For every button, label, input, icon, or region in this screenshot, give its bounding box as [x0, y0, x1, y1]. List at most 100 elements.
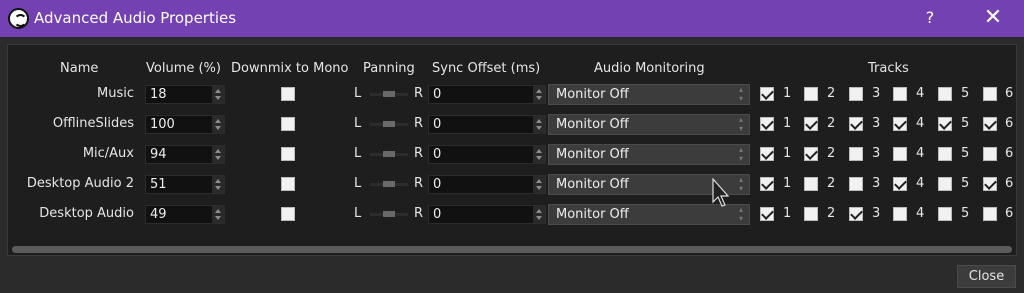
audio-monitoring-select[interactable]: Monitor Off ▴ ▾	[548, 114, 750, 135]
track-1-checkbox[interactable]	[760, 147, 774, 161]
track-5-label: 5	[961, 206, 970, 221]
volume-spin-icon[interactable]	[212, 116, 224, 133]
pan-slider-handle[interactable]	[383, 181, 395, 187]
track-4-label: 4	[916, 86, 925, 101]
pan-slider-handle[interactable]	[383, 151, 395, 157]
sync-spin-icon[interactable]	[533, 146, 545, 163]
track-4-checkbox[interactable]	[893, 147, 907, 161]
track-1-checkbox[interactable]	[760, 117, 774, 131]
volume-value: 94	[150, 147, 167, 162]
volume-spin-icon[interactable]	[212, 206, 224, 223]
header-audio-monitoring: Audio Monitoring	[594, 61, 705, 76]
pan-right-label: R	[414, 176, 424, 191]
track-4-label: 4	[916, 176, 925, 191]
track-6-checkbox[interactable]	[983, 207, 997, 221]
volume-input[interactable]: 51	[145, 175, 225, 194]
window-title: Advanced Audio Properties	[34, 9, 237, 27]
track-3-checkbox[interactable]	[849, 207, 863, 221]
track-3-checkbox[interactable]	[849, 147, 863, 161]
track-1-checkbox[interactable]	[760, 207, 774, 221]
scrollbar-thumb[interactable]	[12, 246, 1012, 253]
track-2-checkbox[interactable]	[804, 117, 818, 131]
sync-offset-input[interactable]: 0	[428, 85, 546, 104]
track-2-label: 2	[827, 116, 836, 131]
downmix-mono-checkbox[interactable]	[281, 207, 295, 221]
track-3-checkbox[interactable]	[849, 177, 863, 191]
track-6-checkbox[interactable]	[983, 147, 997, 161]
track-1-label: 1	[783, 86, 792, 101]
audio-source-row: Desktop Audio 2 51 L R 0 Monitor Off ▴ ▾ 1 2 3 4 5 6	[8, 174, 1018, 198]
monitoring-value: Monitor Off	[556, 87, 629, 102]
track-2-checkbox[interactable]	[804, 147, 818, 161]
track-3-label: 3	[872, 146, 881, 161]
audio-monitoring-select[interactable]: Monitor Off ▴ ▾	[548, 84, 750, 105]
close-icon[interactable]: ✕	[979, 4, 1007, 32]
track-6-label: 6	[1005, 86, 1014, 101]
track-3-label: 3	[872, 86, 881, 101]
track-2-checkbox[interactable]	[804, 207, 818, 221]
monitoring-value: Monitor Off	[556, 207, 629, 222]
volume-spin-icon[interactable]	[212, 146, 224, 163]
sync-offset-value: 0	[433, 87, 442, 102]
track-5-label: 5	[961, 146, 970, 161]
volume-input[interactable]: 100	[145, 115, 225, 134]
track-3-checkbox[interactable]	[849, 87, 863, 101]
pan-slider-handle[interactable]	[383, 121, 395, 127]
sync-spin-icon[interactable]	[533, 116, 545, 133]
downmix-mono-checkbox[interactable]	[281, 177, 295, 191]
help-button[interactable]: ?	[917, 6, 943, 30]
volume-input[interactable]: 18	[145, 85, 225, 104]
sync-offset-input[interactable]: 0	[428, 205, 546, 224]
volume-input[interactable]: 49	[145, 205, 225, 224]
sync-offset-input[interactable]: 0	[428, 145, 546, 164]
track-6-checkbox[interactable]	[983, 177, 997, 191]
volume-spin-icon[interactable]	[212, 176, 224, 193]
sync-offset-value: 0	[433, 207, 442, 222]
sync-spin-icon[interactable]	[533, 206, 545, 223]
sync-offset-input[interactable]: 0	[428, 175, 546, 194]
volume-value: 49	[150, 207, 167, 222]
sync-spin-icon[interactable]	[533, 176, 545, 193]
track-1-checkbox[interactable]	[760, 87, 774, 101]
pan-left-label: L	[354, 176, 362, 191]
track-2-checkbox[interactable]	[804, 177, 818, 191]
track-2-checkbox[interactable]	[804, 87, 818, 101]
track-6-label: 6	[1005, 146, 1014, 161]
track-5-label: 5	[961, 86, 970, 101]
track-6-checkbox[interactable]	[983, 117, 997, 131]
sync-spin-icon[interactable]	[533, 86, 545, 103]
track-1-label: 1	[783, 116, 792, 131]
track-6-label: 6	[1005, 206, 1014, 221]
track-4-checkbox[interactable]	[893, 87, 907, 101]
track-5-label: 5	[961, 176, 970, 191]
downmix-mono-checkbox[interactable]	[281, 147, 295, 161]
horizontal-scrollbar[interactable]	[8, 245, 1016, 255]
track-1-checkbox[interactable]	[760, 177, 774, 191]
audio-monitoring-select[interactable]: Monitor Off ▴ ▾	[548, 144, 750, 165]
mouse-cursor-icon	[712, 178, 730, 207]
track-3-label: 3	[872, 176, 881, 191]
pan-left-label: L	[354, 86, 362, 101]
pan-slider-handle[interactable]	[383, 91, 395, 97]
track-3-label: 3	[872, 116, 881, 131]
track-3-checkbox[interactable]	[849, 117, 863, 131]
volume-input[interactable]: 94	[145, 145, 225, 164]
chevron-updown-icon: ▴ ▾	[738, 205, 743, 223]
downmix-mono-checkbox[interactable]	[281, 87, 295, 101]
header-panning: Panning	[363, 61, 415, 76]
sync-offset-input[interactable]: 0	[428, 115, 546, 134]
track-5-checkbox[interactable]	[938, 207, 952, 221]
track-2-label: 2	[827, 86, 836, 101]
track-6-checkbox[interactable]	[983, 87, 997, 101]
track-5-checkbox[interactable]	[938, 177, 952, 191]
track-5-checkbox[interactable]	[938, 147, 952, 161]
close-button[interactable]: Close	[957, 265, 1016, 288]
track-4-checkbox[interactable]	[893, 207, 907, 221]
track-4-checkbox[interactable]	[893, 177, 907, 191]
track-5-checkbox[interactable]	[938, 117, 952, 131]
volume-spin-icon[interactable]	[212, 86, 224, 103]
pan-slider-handle[interactable]	[383, 211, 395, 217]
track-4-checkbox[interactable]	[893, 117, 907, 131]
track-5-checkbox[interactable]	[938, 87, 952, 101]
downmix-mono-checkbox[interactable]	[281, 117, 295, 131]
